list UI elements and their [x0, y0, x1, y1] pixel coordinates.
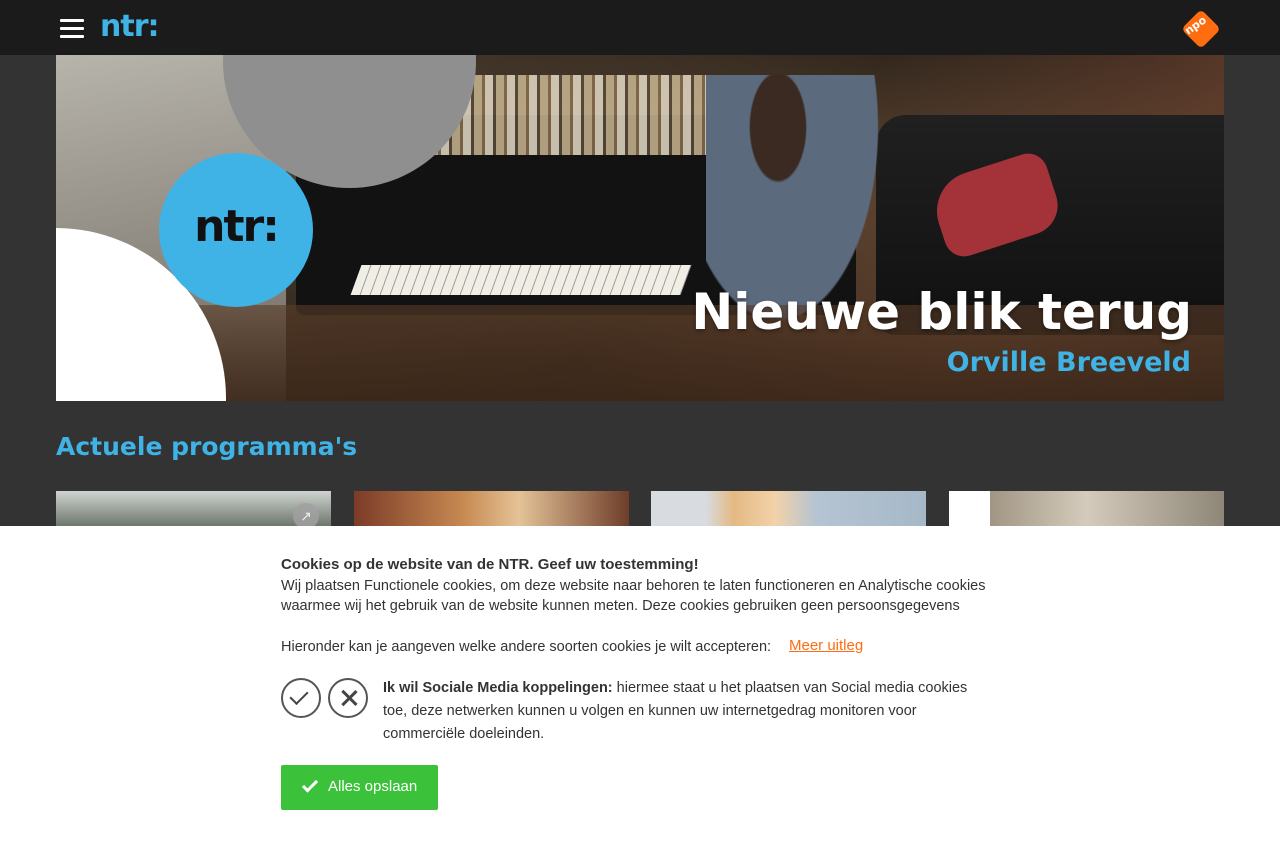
- accept-social-media-button[interactable]: [281, 678, 321, 718]
- save-all-button[interactable]: Alles opslaan: [281, 765, 438, 810]
- cookie-description: Wij plaatsen Functionele cookies, om dez…: [281, 578, 986, 614]
- hero-subtitle: Orville Breeveld: [946, 347, 1191, 378]
- cookie-choice-prompt: Hieronder kan je aangeven welke andere s…: [281, 639, 772, 655]
- save-all-label: Alles opslaan: [328, 778, 418, 795]
- hero-banner[interactable]: ntr: Nieuwe blik terug Orville Breeveld: [56, 55, 1224, 401]
- check-icon: [301, 776, 319, 793]
- ntr-badge: ntr:: [159, 153, 313, 307]
- program-card[interactable]: ↗: [56, 491, 331, 531]
- cookie-title: Cookies op de website van de NTR. Geef u…: [281, 556, 699, 573]
- social-media-label: Ik wil Sociale Media koppelingen:: [383, 680, 613, 696]
- hero-title: Nieuwe blik terug: [691, 283, 1192, 341]
- ntr-badge-logo: ntr:: [194, 201, 280, 252]
- ntr-logo[interactable]: ntr:: [100, 10, 159, 44]
- npo-logo[interactable]: npo: [1181, 9, 1221, 49]
- cookie-consent-banner: Cookies op de website van de NTR. Geef u…: [0, 526, 1280, 845]
- program-card[interactable]: [949, 491, 1224, 531]
- check-icon: [289, 685, 309, 706]
- reject-social-media-button[interactable]: [328, 678, 368, 718]
- hero-photo-keys: [350, 265, 692, 295]
- section-title: Actuele programma's: [56, 432, 358, 461]
- program-card[interactable]: [354, 491, 629, 531]
- menu-icon[interactable]: [60, 19, 84, 39]
- program-card[interactable]: [651, 491, 926, 531]
- more-info-link[interactable]: Meer uitleg: [789, 637, 863, 654]
- top-navigation-bar: ntr: npo: [0, 0, 1280, 55]
- social-media-description: Ik wil Sociale Media koppelingen: hierme…: [383, 677, 993, 746]
